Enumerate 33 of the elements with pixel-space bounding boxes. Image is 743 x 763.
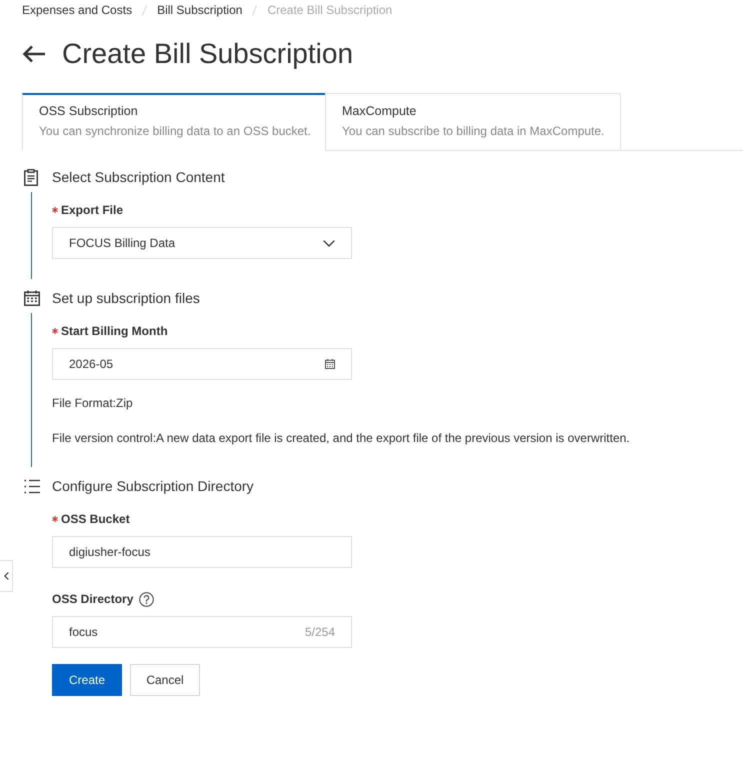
breadcrumb-link[interactable]: Bill Subscription [157,2,242,18]
info-text: File Format:Zip [52,395,133,412]
field-label: OSS Bucket [61,511,130,528]
calendar-icon [24,290,40,306]
secondary-button[interactable]: Cancel [130,664,200,696]
back-arrow-icon[interactable] [22,45,46,63]
slash-icon [252,4,258,16]
primary-button[interactable]: Create [52,664,122,696]
info-text: File version control:A new data export file is created, and the export file of the previous version is overwritten. [52,430,630,447]
text-field[interactable]: digiusher-focus [52,536,352,568]
chevron-down-icon [323,240,335,246]
dropdown-field[interactable]: FOCUS Billing Data [52,227,352,259]
field-label: OSS Directory [52,591,134,608]
step-title: Configure Subscription Directory [52,477,254,495]
field-label: Start Billing Month [61,323,168,340]
date-field[interactable]: 2026-05 [52,348,352,380]
collapse-handle[interactable] [0,560,13,592]
slash-icon [142,4,148,16]
step-title: Select Subscription Content [52,168,225,186]
field-label: Export File [61,202,124,219]
breadcrumb-link[interactable]: Expenses and Costs [22,2,132,18]
clipboard-icon [24,168,38,186]
tab[interactable]: MaxCompute You can subscribe to billing data in MaxCompute. [325,93,621,151]
text-field[interactable]: focus 5/254 [52,616,352,648]
page-title: Create Bill Subscription [62,37,354,71]
step-title: Set up subscription files [52,289,200,307]
calendar-icon [325,359,335,369]
list-icon [24,478,40,494]
character-counter: 5/254 [304,625,335,639]
chevron-left-icon [4,572,8,580]
breadcrumb-current: Create Bill Subscription [267,2,392,18]
help-icon[interactable] [139,592,154,606]
tab[interactable]: OSS Subscription You can synchronize billing data to an OSS bucket. [22,93,326,151]
